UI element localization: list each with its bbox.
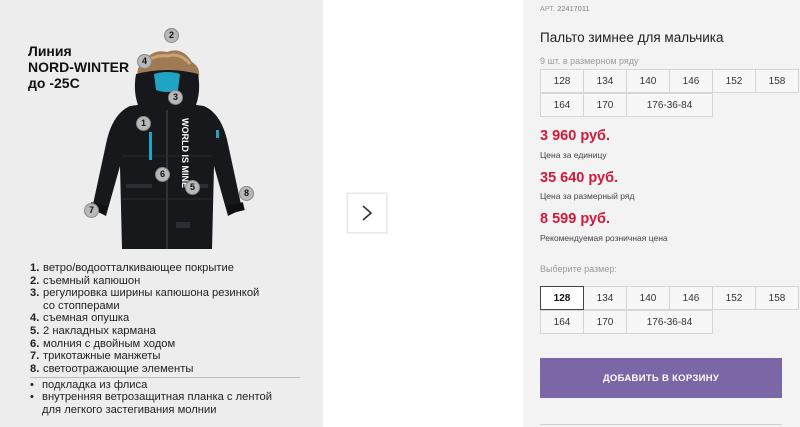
feature-item: 6. молния с двойным ходом xyxy=(30,338,320,351)
article-value: 22417011 xyxy=(557,6,590,13)
extra-feature-text: подкладка из флиса xyxy=(42,379,148,391)
size-option-selected[interactable]: 128 xyxy=(540,286,584,310)
feature-text: ветро/водоотталкивающее покрытие xyxy=(43,262,234,274)
product-image: Линия NORD-WINTER до -25С WORLD IS MINE … xyxy=(0,0,323,427)
product-info-panel: АРТ. 22417011 Пальто зимнее для мальчика… xyxy=(523,0,800,427)
article-number: АРТ. 22417011 xyxy=(540,6,590,13)
size-row-grid: 128 134 140 146 152 158 164 170 176-36-8… xyxy=(540,69,799,117)
feature-item: 1. ветро/водоотталкивающее покрытие xyxy=(30,262,320,275)
feature-marker: 2 xyxy=(164,28,179,43)
feature-text: 2 накладных кармана xyxy=(43,324,156,337)
feature-text: съемная опушка xyxy=(43,312,130,325)
divider xyxy=(540,424,782,425)
feature-marker: 3 xyxy=(168,90,183,105)
size-option[interactable]: 134 xyxy=(583,286,627,310)
size-row-cell: 140 xyxy=(626,69,670,93)
price-per-size-row: 35 640 руб. xyxy=(540,170,619,186)
size-option[interactable]: 140 xyxy=(626,286,670,310)
feature-marker: 7 xyxy=(84,203,99,218)
extra-feature-text-continued: для легкого застегивания молнии xyxy=(42,403,217,416)
feature-number: 5. xyxy=(30,324,40,337)
retail-price: 8 599 руб. xyxy=(540,211,611,227)
jacket-illustration: WORLD IS MINE xyxy=(89,50,245,249)
feature-marker: 4 xyxy=(137,54,152,69)
price-per-size-row-label: Цена за размерный ряд xyxy=(540,191,635,201)
gallery-next-button[interactable] xyxy=(347,193,387,233)
feature-text: регулировка ширины капюшона резинкой xyxy=(43,287,260,300)
size-option[interactable]: 158 xyxy=(755,286,799,310)
feature-text: молния с двойным ходом xyxy=(43,337,176,350)
feature-item: 7. трикотажные манжеты xyxy=(30,350,320,363)
extra-feature-item: • внутренняя ветрозащитная планка с ленто… xyxy=(30,391,320,403)
size-option[interactable]: 164 xyxy=(540,310,584,334)
feature-item: 5. 2 накладных кармана xyxy=(30,325,320,338)
divider xyxy=(30,377,300,378)
bullet-icon: • xyxy=(30,379,34,391)
feature-number: 8. xyxy=(30,362,40,375)
feature-item: 8. светоотражающие элементы xyxy=(30,363,320,376)
feature-number: 7. xyxy=(30,350,40,363)
size-row-cell: 134 xyxy=(583,69,627,93)
feature-list: 1. ветро/водоотталкивающее покрытие 2. съе… xyxy=(30,262,320,375)
feature-marker: 8 xyxy=(239,186,254,201)
feature-number: 1. xyxy=(30,262,40,274)
feature-marker: 6 xyxy=(155,167,170,182)
feature-item: 4. съемная опушка xyxy=(30,312,320,325)
price-per-unit: 3 960 руб. xyxy=(540,128,611,144)
product-title: Пальто зимнее для мальчика xyxy=(540,30,724,45)
size-row-cell: 164 xyxy=(540,93,584,117)
price-per-unit-label: Цена за единицу xyxy=(540,150,607,160)
size-row-cell: 128 xyxy=(540,69,584,93)
feature-item: 3. регулировка ширины капюшона резинкой xyxy=(30,287,320,300)
select-size-hint: Выберите размер: xyxy=(540,264,617,274)
jacket-print-text: WORLD IS MINE xyxy=(180,118,190,188)
size-option[interactable]: 176-36-84 xyxy=(626,310,713,334)
feature-number: 4. xyxy=(30,312,40,325)
feature-text: съемный капюшон xyxy=(43,274,141,287)
feature-number: 3. xyxy=(30,287,40,300)
feature-marker: 1 xyxy=(136,116,151,131)
feature-number: 2. xyxy=(30,274,40,287)
bullet-icon: • xyxy=(30,391,34,404)
feature-marker: 5 xyxy=(185,180,200,195)
extra-feature-text: внутренняя ветрозащитная планка с лентой xyxy=(42,391,273,404)
retail-price-label: Рекомендуемая розничная цена xyxy=(540,233,668,243)
extra-feature-item: • подкладка из флиса xyxy=(30,379,320,391)
size-option[interactable]: 152 xyxy=(712,286,756,310)
size-row-cell: 170 xyxy=(583,93,627,117)
size-row-cell: 158 xyxy=(755,69,799,93)
feature-item: 2. съемный капюшон xyxy=(30,275,320,288)
size-row-cell: 152 xyxy=(712,69,756,93)
chevron-right-icon xyxy=(362,205,373,221)
size-option[interactable]: 146 xyxy=(669,286,713,310)
size-selector: 128 134 140 146 152 158 164 170 176-36-8… xyxy=(540,286,799,334)
article-label: АРТ. xyxy=(540,6,556,13)
size-row-hint: 9 шт. в размерном ряду xyxy=(540,56,639,66)
add-to-cart-button[interactable]: Добавить в корзину xyxy=(540,358,782,398)
size-option[interactable]: 170 xyxy=(583,310,627,334)
size-row-cell: 176-36-84 xyxy=(626,93,713,117)
extra-features-list: • подкладка из флиса • внутренняя ветрозащ… xyxy=(30,379,320,416)
feature-number: 6. xyxy=(30,337,40,350)
feature-text: трикотажные манжеты xyxy=(43,350,161,363)
feature-text: светоотражающие элементы xyxy=(43,362,194,375)
feature-text-continued: со стопперами xyxy=(43,299,120,312)
size-row-cell: 146 xyxy=(669,69,713,93)
